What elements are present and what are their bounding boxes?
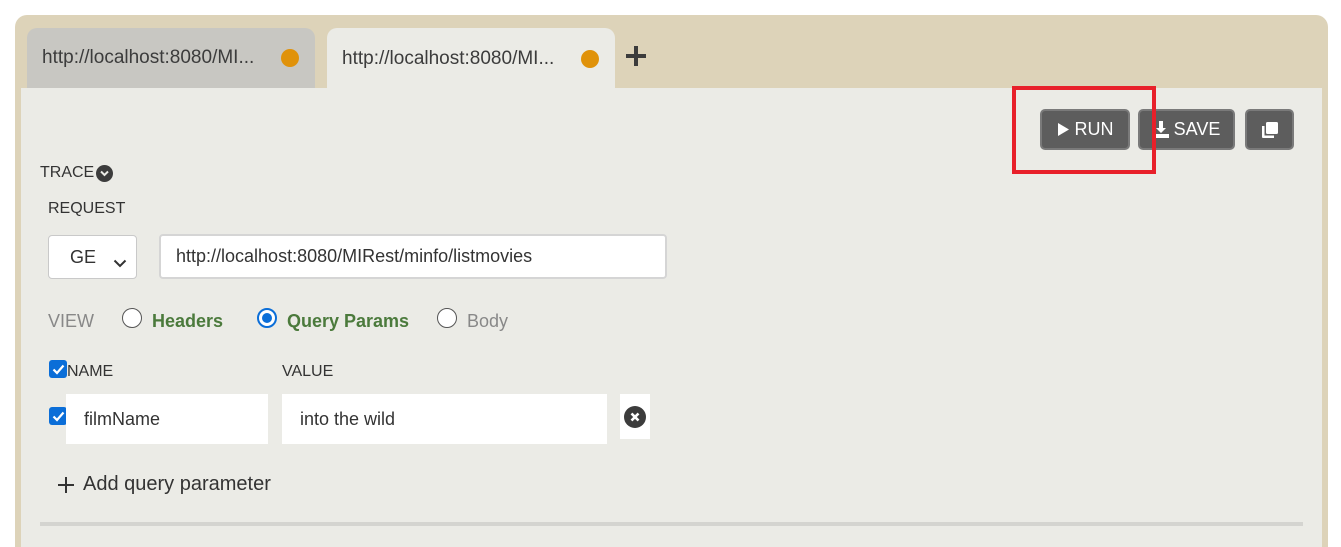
body-label[interactable]: Body xyxy=(467,311,508,332)
remove-param-button[interactable] xyxy=(620,394,650,439)
method-select[interactable]: GE xyxy=(48,235,137,279)
request-label: REQUEST xyxy=(48,200,126,217)
param-row-checkbox[interactable] xyxy=(49,407,67,425)
add-query-parameter-label: Add query parameter xyxy=(83,473,271,495)
copy-button[interactable] xyxy=(1245,109,1294,150)
checkmark-icon xyxy=(52,411,64,422)
unsaved-dot-icon xyxy=(581,50,599,68)
name-column-header: NAME xyxy=(67,363,114,380)
tab-title: http://localhost:8080/MI... xyxy=(342,48,555,69)
add-tab-icon[interactable] xyxy=(626,46,646,66)
save-label: SAVE xyxy=(1173,119,1221,139)
chevron-down-icon xyxy=(113,252,127,273)
headers-label[interactable]: Headers xyxy=(152,311,223,332)
method-value: GE xyxy=(70,246,97,267)
unsaved-dot-icon xyxy=(281,49,299,67)
tab-title: http://localhost:8080/MI... xyxy=(42,47,255,68)
body-radio[interactable] xyxy=(437,308,457,328)
value-column-header: VALUE xyxy=(282,363,334,380)
query-params-label[interactable]: Query Params xyxy=(287,311,409,332)
tab-request-2[interactable]: http://localhost:8080/MI... xyxy=(327,28,615,90)
headers-radio[interactable] xyxy=(122,308,142,328)
trace-toggle[interactable]: TRACE xyxy=(40,164,114,182)
copy-icon xyxy=(1261,121,1279,139)
plus-icon xyxy=(58,476,74,493)
chevron-down-circle-icon xyxy=(96,164,114,182)
tab-request-1[interactable]: http://localhost:8080/MI... xyxy=(27,28,315,88)
param-name-input[interactable]: filmName xyxy=(66,394,268,444)
view-label: VIEW xyxy=(48,311,95,331)
add-query-parameter-button[interactable]: Add query parameter xyxy=(58,473,271,496)
checkmark-icon xyxy=(52,364,64,375)
param-value-input[interactable]: into the wild xyxy=(282,394,607,444)
section-divider xyxy=(40,522,1303,526)
url-input[interactable]: http://localhost:8080/MIRest/minfo/listm… xyxy=(159,234,667,279)
remove-circle-icon xyxy=(624,405,646,428)
select-all-checkbox[interactable] xyxy=(49,360,67,378)
run-button-highlight xyxy=(1012,86,1156,174)
query-params-radio[interactable] xyxy=(257,308,277,328)
trace-label: TRACE xyxy=(40,164,95,181)
